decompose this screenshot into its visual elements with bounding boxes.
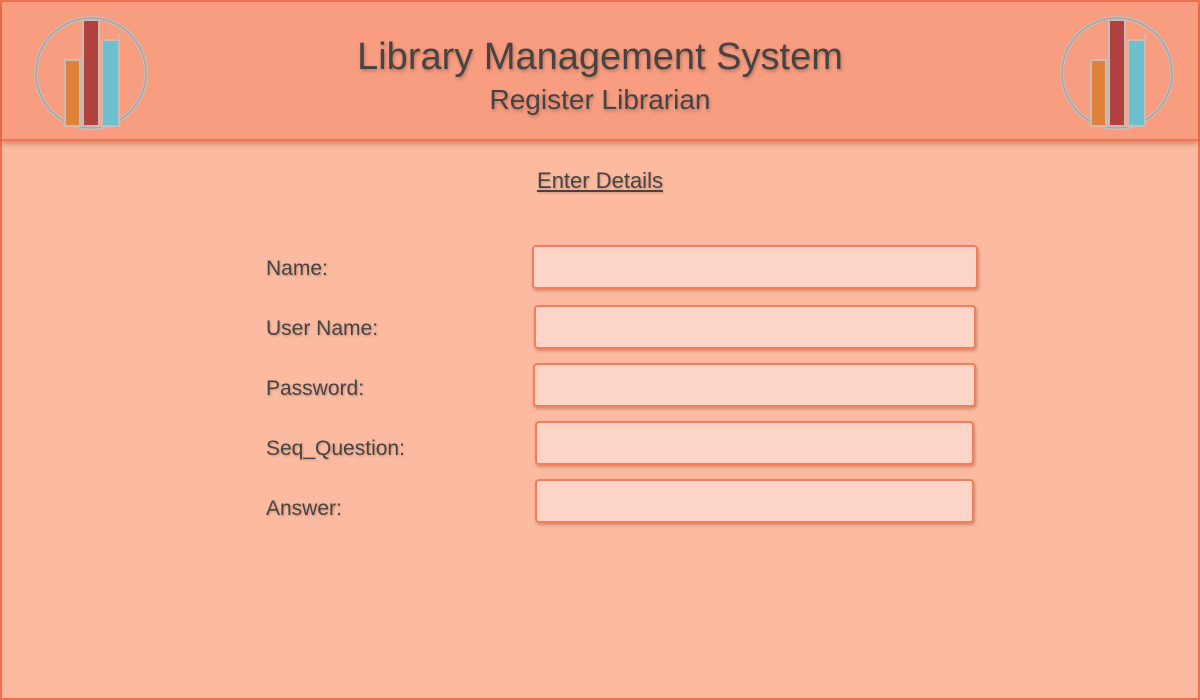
header-bar: Library Management System Register Libra… xyxy=(2,2,1198,141)
page-subtitle: Register Librarian xyxy=(489,84,711,115)
user-name-field[interactable] xyxy=(534,305,976,349)
name-field[interactable] xyxy=(532,245,978,289)
seq-question-label: Seq_Question: xyxy=(266,437,405,460)
answer-label: Answer: xyxy=(266,497,342,520)
answer-field[interactable] xyxy=(535,479,974,523)
user-name-label: User Name: xyxy=(266,317,379,340)
password-field[interactable] xyxy=(533,363,976,407)
name-label: Name: xyxy=(266,257,328,280)
enter-details-heading: Enter Details xyxy=(537,168,663,193)
app-title: Library Management System xyxy=(357,36,843,78)
password-label: Password: xyxy=(266,377,365,400)
seq-question-field[interactable] xyxy=(535,421,974,465)
register-librarian-window: Library Management System Register Libra… xyxy=(0,0,1200,700)
books-logo-icon xyxy=(1060,16,1174,130)
